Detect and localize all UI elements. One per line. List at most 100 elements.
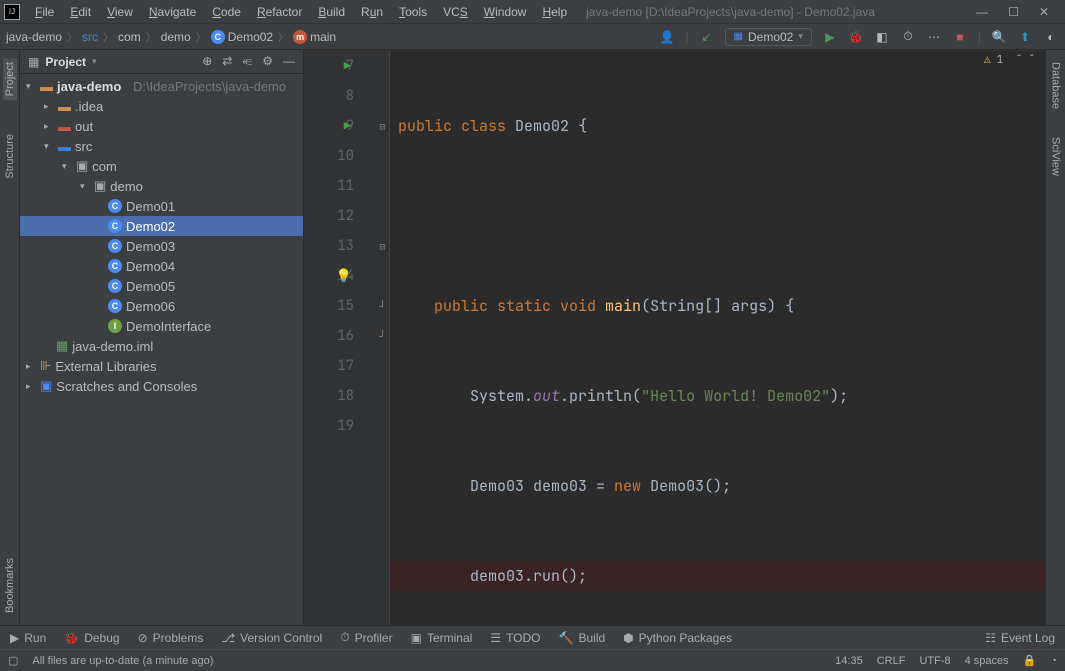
method-icon: m [293, 30, 307, 44]
close-button[interactable]: ✕ [1039, 5, 1049, 19]
app-icon: IJ [4, 4, 20, 20]
code-editor[interactable]: ⚠1 ˆˇ 7▶ 8 9▶ 10 11 12 13 14💡 15 16 17 1… [304, 51, 1045, 625]
ide-settings-icon[interactable]: ◐ [1043, 29, 1059, 45]
tool-terminal[interactable]: ▣ Terminal [411, 631, 473, 645]
tool-tab-sciview[interactable]: SciView [1049, 133, 1063, 180]
menu-edit[interactable]: Edit [63, 3, 98, 21]
tree-idea[interactable]: ▸▬.idea [20, 96, 303, 116]
tree-demo[interactable]: ▾▣demo [20, 176, 303, 196]
crumb-demo[interactable]: demo [161, 30, 191, 44]
profile-icon[interactable]: ⏱ [900, 29, 916, 45]
tool-tab-database[interactable]: Database [1049, 58, 1063, 113]
fold-icon[interactable]: ⊟ [376, 111, 389, 141]
gear-icon[interactable]: ⚙ [262, 54, 273, 69]
status-bar: ▢ All files are up-to-date (a minute ago… [0, 649, 1065, 671]
menu-view[interactable]: View [100, 3, 140, 21]
add-user-icon[interactable]: 👤 [659, 29, 675, 45]
menu-window[interactable]: Window [477, 3, 534, 21]
tree-src[interactable]: ▾▬src [20, 136, 303, 156]
fold-icon[interactable]: ⊟ [376, 231, 389, 261]
tree-class-demo03[interactable]: CDemo03 [20, 236, 303, 256]
tree-root[interactable]: ▾▬java-demo D:\IdeaProjects\java-demo [20, 76, 303, 96]
menu-vcs[interactable]: VCS [436, 3, 475, 21]
tree-scratches[interactable]: ▸▣Scratches and Consoles [20, 376, 303, 396]
menu-help[interactable]: Help [535, 3, 574, 21]
tool-eventlog[interactable]: ☷ Event Log [985, 631, 1055, 645]
menu-run[interactable]: Run [354, 3, 390, 21]
inspection-overlay[interactable]: ⚠1 ˆˇ [984, 53, 1035, 67]
menu-code[interactable]: Code [205, 3, 248, 21]
run-icon[interactable]: ▶ [822, 29, 838, 45]
window-title: java-demo [D:\IdeaProjects\java-demo] - … [586, 5, 974, 19]
fold-end-icon[interactable]: ┘ [376, 291, 389, 321]
tree-out[interactable]: ▸▬out [20, 116, 303, 136]
editor-area: e.java× CDemo06.java× CDemo05.java× CDem… [304, 50, 1045, 625]
minimize-button[interactable]: — [976, 5, 988, 19]
menu-refactor[interactable]: Refactor [250, 3, 309, 21]
tool-run[interactable]: ▶ Run [10, 631, 46, 645]
tree-class-demo06[interactable]: CDemo06 [20, 296, 303, 316]
run-line-icon[interactable]: ▶ [344, 51, 351, 81]
tool-vcs[interactable]: ⎇ Version Control [221, 631, 322, 645]
tool-debug[interactable]: 🐞 Debug [64, 631, 119, 645]
run-config-label: Demo02 [748, 30, 793, 44]
coverage-icon[interactable]: ◧ [874, 29, 890, 45]
stop-icon[interactable]: ■ [952, 29, 968, 45]
tree-class-demo04[interactable]: CDemo04 [20, 256, 303, 276]
fold-strip[interactable]: ⊟ ⊟ ┘ ┘ [376, 51, 390, 625]
sync-icon[interactable]: ⬆ [1017, 29, 1033, 45]
tool-tab-structure[interactable]: Structure [3, 130, 17, 183]
status-line-sep[interactable]: CRLF [877, 655, 906, 667]
lock-icon[interactable]: 🔒 [1023, 654, 1037, 667]
run-config-selector[interactable]: ▦ Demo02 ▾ [725, 28, 812, 46]
tree-class-demo01[interactable]: CDemo01 [20, 196, 303, 216]
status-time: 14:35 [835, 655, 863, 667]
class-icon: C [211, 30, 225, 44]
select-opened-icon[interactable]: ⊕ [202, 54, 212, 69]
code-content[interactable]: public class Demo02 { public static void… [390, 51, 1045, 625]
tree-interface[interactable]: IDemoInterface [20, 316, 303, 336]
run-line-icon[interactable]: ▶ [344, 111, 351, 141]
menu-tools[interactable]: Tools [392, 3, 434, 21]
menu-bar: IJ File Edit View Navigate Code Refactor… [0, 0, 1065, 24]
hammer-icon[interactable]: ↙ [699, 29, 715, 45]
tool-todo[interactable]: ☰ TODO [490, 631, 540, 645]
collapse-all-icon[interactable]: ⥺ [242, 54, 252, 69]
menu-build[interactable]: Build [311, 3, 352, 21]
menu-navigate[interactable]: Navigate [142, 3, 203, 21]
tree-iml[interactable]: ▦java-demo.iml [20, 336, 303, 356]
tool-build[interactable]: 🔨 Build [559, 631, 606, 645]
project-panel-title: Project [45, 55, 86, 69]
crumb-src[interactable]: src [82, 30, 98, 44]
tool-problems[interactable]: ⊘ Problems [138, 631, 204, 645]
tool-tab-project[interactable]: Project [3, 58, 17, 100]
gutter[interactable]: 7▶ 8 9▶ 10 11 12 13 14💡 15 16 17 18 19 [304, 51, 376, 625]
breadcrumb: java-demo〉 src〉 com〉 demo〉 C Demo02〉 m m… [6, 29, 336, 44]
status-hide-icon[interactable]: ▢ [8, 654, 18, 667]
search-icon[interactable]: 🔍 [991, 29, 1007, 45]
tree-class-demo02[interactable]: CDemo02 [20, 216, 303, 236]
status-indent[interactable]: 4 spaces [965, 655, 1009, 667]
status-widget-icon[interactable]: ◔ [1050, 655, 1057, 667]
status-encoding[interactable]: UTF-8 [919, 655, 950, 667]
tree-ext-libs[interactable]: ▸⊪External Libraries [20, 356, 303, 376]
bulb-icon[interactable]: 💡 [336, 261, 352, 291]
expand-all-icon[interactable]: ⇄ [222, 54, 232, 69]
menu-file[interactable]: File [28, 3, 61, 21]
crumb-com[interactable]: com [118, 30, 141, 44]
more-run-icon[interactable]: ⋯ [926, 29, 942, 45]
crumb-method[interactable]: main [310, 30, 336, 44]
fold-end-icon[interactable]: ┘ [376, 321, 389, 351]
tool-python-pkg[interactable]: ⬢ Python Packages [623, 631, 732, 645]
right-tool-strip: Database SciView [1045, 50, 1065, 625]
tool-profiler[interactable]: ⏱ Profiler [340, 630, 392, 645]
debug-icon[interactable]: 🐞 [848, 29, 864, 45]
tool-tab-bookmarks[interactable]: Bookmarks [3, 554, 17, 617]
tree-com[interactable]: ▾▣com [20, 156, 303, 176]
toolbar: java-demo〉 src〉 com〉 demo〉 C Demo02〉 m m… [0, 24, 1065, 50]
hide-panel-icon[interactable]: — [283, 54, 295, 69]
crumb-class[interactable]: Demo02 [228, 30, 273, 44]
tree-class-demo05[interactable]: CDemo05 [20, 276, 303, 296]
maximize-button[interactable]: ☐ [1008, 5, 1019, 19]
crumb-project[interactable]: java-demo [6, 30, 62, 44]
